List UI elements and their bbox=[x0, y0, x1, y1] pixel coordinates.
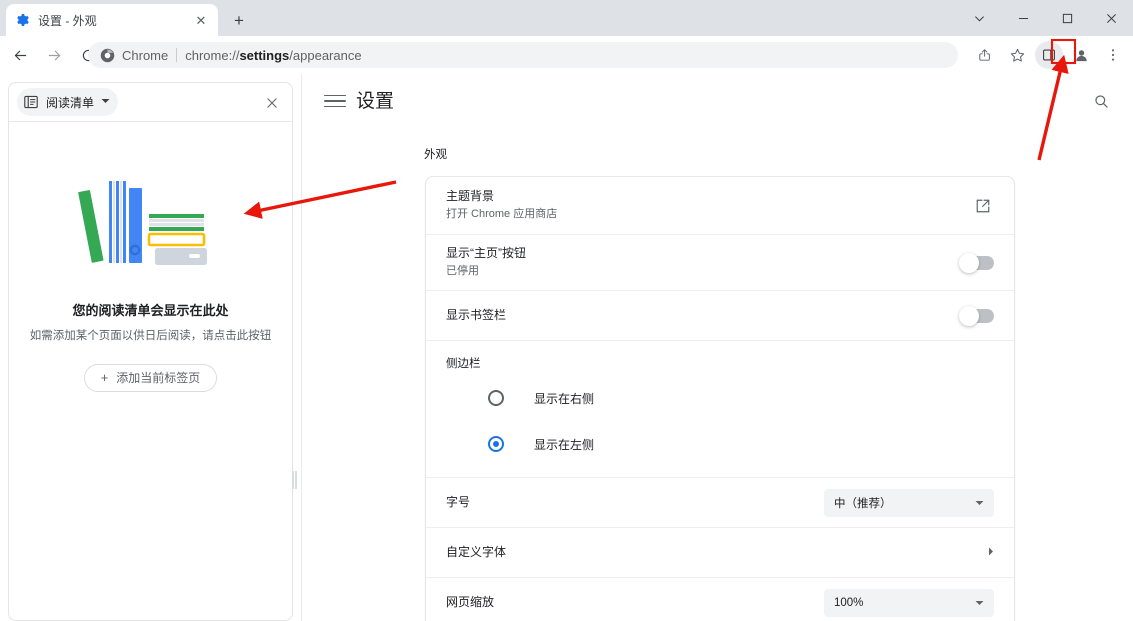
settings-gear-icon bbox=[14, 12, 30, 28]
forward-icon[interactable] bbox=[40, 41, 68, 69]
page-zoom-row-texts: 网页缩放 bbox=[446, 594, 824, 611]
settings-row-sidebar: 侧边栏 显示在右侧 显示在左侧 bbox=[426, 341, 1014, 478]
side-panel-header: 阅读清单 bbox=[9, 83, 292, 122]
chevron-right-icon[interactable] bbox=[984, 547, 994, 559]
custom-fonts-title: 自定义字体 bbox=[446, 544, 507, 559]
bookmarks-bar-toggle[interactable] bbox=[959, 305, 994, 326]
sidebar-group-label: 侧边栏 bbox=[446, 358, 481, 370]
side-panel-selector-label: 阅读清单 bbox=[46, 95, 95, 110]
appearance-settings-card: 主题背景 打开 Chrome 应用商店 显示“主页”按钮 已停用 显示书签栏 侧… bbox=[425, 176, 1015, 621]
theme-subtitle: 打开 Chrome 应用商店 bbox=[446, 208, 558, 221]
address-bar[interactable]: Chrome chrome://settings/appearance bbox=[88, 42, 958, 68]
bookmarks-bar-row-texts: 显示书签栏 bbox=[446, 307, 960, 324]
sidebar-option-right[interactable]: 显示在右侧 bbox=[488, 379, 994, 417]
toggle-knob bbox=[959, 305, 979, 326]
tab-close-icon[interactable]: ✕ bbox=[192, 11, 210, 29]
radio-checked-icon[interactable] bbox=[488, 436, 504, 452]
tab-search-chevron-icon[interactable] bbox=[957, 0, 1001, 36]
add-current-tab-label: 添加当前标签页 bbox=[116, 371, 201, 386]
back-icon[interactable] bbox=[6, 41, 34, 69]
side-panel-resize-handle[interactable] bbox=[291, 471, 297, 489]
omnibox-separator bbox=[176, 48, 178, 62]
settings-row-font-size[interactable]: 字号 中（推荐） bbox=[426, 478, 1014, 528]
content-area: 阅读清单 您的阅读清单会显示在此处 如需添加某个页面以供日后阅读，请点击此按钮 … bbox=[0, 74, 1133, 621]
new-tab-button[interactable]: + bbox=[226, 7, 252, 33]
chevron-down-icon bbox=[974, 498, 984, 508]
minimize-button[interactable] bbox=[1001, 0, 1045, 36]
omnibox-brand-label: Chrome bbox=[122, 47, 169, 63]
appearance-section-label: 外观 bbox=[424, 149, 447, 161]
close-window-button[interactable] bbox=[1089, 0, 1133, 36]
search-icon[interactable] bbox=[1089, 89, 1113, 113]
browser-window: 设置 - 外观 ✕ + Chrome chrome://settings/app… bbox=[0, 0, 1133, 621]
three-dot-menu-icon[interactable] bbox=[1099, 41, 1127, 69]
window-controls bbox=[957, 0, 1133, 36]
browser-toolbar: Chrome chrome://settings/appearance bbox=[0, 36, 1133, 74]
browser-tab-settings[interactable]: 设置 - 外观 ✕ bbox=[6, 4, 218, 36]
home-button-toggle[interactable] bbox=[959, 252, 994, 273]
chrome-logo-icon bbox=[100, 48, 115, 63]
font-size-select[interactable]: 中（推荐） bbox=[824, 488, 994, 517]
hamburger-menu-icon[interactable] bbox=[324, 90, 346, 112]
sidebar-option-right-label: 显示在右侧 bbox=[534, 391, 595, 406]
page-zoom-value: 100% bbox=[834, 597, 864, 609]
chevron-down-icon bbox=[101, 98, 110, 106]
page-zoom-select[interactable]: 100% bbox=[824, 589, 994, 617]
bookmark-star-icon[interactable] bbox=[1003, 41, 1031, 69]
side-panel-icon[interactable] bbox=[1035, 41, 1063, 69]
home-button-title: 显示“主页”按钮 bbox=[446, 245, 526, 260]
sidebar-option-left-label: 显示在左侧 bbox=[534, 437, 595, 452]
page-title: 设置 bbox=[356, 91, 395, 112]
maximize-button[interactable] bbox=[1045, 0, 1089, 36]
home-button-row-texts: 显示“主页”按钮 已停用 bbox=[446, 245, 960, 280]
tab-title: 设置 - 外观 bbox=[38, 13, 97, 28]
theme-title: 主题背景 bbox=[446, 188, 495, 203]
external-link-icon[interactable] bbox=[974, 197, 994, 215]
tab-strip: 设置 - 外观 ✕ + bbox=[0, 0, 1133, 36]
settings-row-bookmarks-bar[interactable]: 显示书签栏 bbox=[426, 291, 1014, 341]
settings-row-custom-fonts[interactable]: 自定义字体 bbox=[426, 528, 1014, 578]
home-button-subtitle: 已停用 bbox=[446, 265, 479, 278]
theme-row-texts: 主题背景 打开 Chrome 应用商店 bbox=[446, 188, 974, 223]
sidebar-option-left[interactable]: 显示在左侧 bbox=[488, 425, 994, 463]
reading-list-side-panel: 阅读清单 您的阅读清单会显示在此处 如需添加某个页面以供日后阅读，请点击此按钮 … bbox=[8, 82, 293, 621]
radio-unchecked-icon[interactable] bbox=[488, 390, 504, 406]
bookshelf-illustration-icon bbox=[61, 172, 241, 272]
add-current-tab-button[interactable]: + 添加当前标签页 bbox=[83, 363, 218, 392]
page-zoom-title: 网页缩放 bbox=[446, 595, 495, 610]
settings-row-home-button[interactable]: 显示“主页”按钮 已停用 bbox=[426, 235, 1014, 291]
reading-list-empty-state: 您的阅读清单会显示在此处 如需添加某个页面以供日后阅读，请点击此按钮 + 添加当… bbox=[9, 122, 292, 619]
font-size-value: 中（推荐） bbox=[834, 497, 892, 510]
url-bold-part: settings bbox=[239, 47, 290, 63]
custom-fonts-row-texts: 自定义字体 bbox=[446, 544, 984, 561]
plus-icon: + bbox=[100, 370, 109, 386]
settings-row-page-zoom[interactable]: 网页缩放 100% bbox=[426, 578, 1014, 621]
chevron-down-icon bbox=[974, 598, 984, 608]
close-side-panel-icon[interactable] bbox=[262, 93, 282, 113]
reading-list-empty-title: 您的阅读清单会显示在此处 bbox=[72, 303, 229, 318]
omnibox-url: chrome://settings/appearance bbox=[185, 48, 361, 63]
bookmarks-bar-title: 显示书签栏 bbox=[446, 307, 507, 322]
toolbar-right-actions bbox=[969, 41, 1129, 69]
reading-list-icon bbox=[23, 94, 39, 110]
share-icon[interactable] bbox=[971, 41, 999, 69]
settings-page: 设置 外观 主题背景 打开 Chrome 应用商店 显示“主页”按钮 已停用 显… bbox=[302, 74, 1133, 621]
side-panel-selector[interactable]: 阅读清单 bbox=[17, 88, 119, 116]
profile-avatar-icon[interactable] bbox=[1067, 41, 1095, 69]
settings-header: 设置 bbox=[302, 74, 1133, 130]
url-prefix: chrome:// bbox=[185, 47, 240, 63]
font-size-row-texts: 字号 bbox=[446, 494, 824, 511]
url-suffix: /appearance bbox=[289, 47, 362, 63]
reading-list-empty-subtitle: 如需添加某个页面以供日后阅读，请点击此按钮 bbox=[29, 330, 272, 342]
font-size-title: 字号 bbox=[446, 494, 471, 509]
settings-row-theme[interactable]: 主题背景 打开 Chrome 应用商店 bbox=[426, 177, 1014, 235]
toggle-knob bbox=[959, 252, 979, 273]
